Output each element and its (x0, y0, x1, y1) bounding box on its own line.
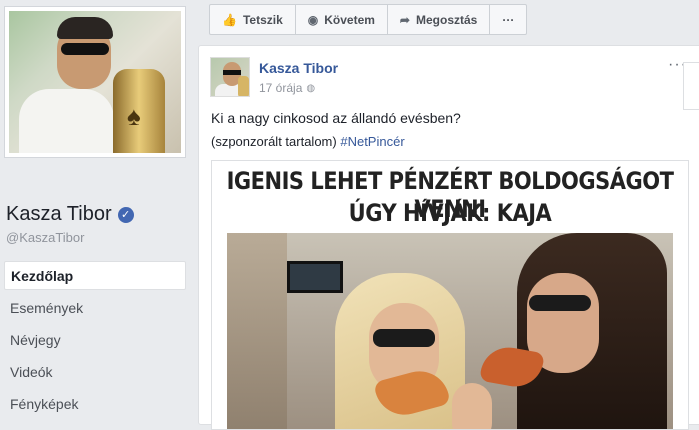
like-label: Tetszik (242, 12, 283, 27)
page-action-bar: 👍 Tetszik ◉ Követem ➦ Megosztás ··· (209, 4, 528, 35)
nav-item-events[interactable]: Események (4, 292, 186, 323)
share-button[interactable]: ➦ Megosztás (388, 5, 491, 34)
like-button[interactable]: 👍 Tetszik (210, 5, 296, 34)
post-sponsored-line: (szponzorált tartalom) #NetPincér (211, 134, 405, 149)
share-arrow-icon: ➦ (399, 12, 410, 27)
nav-item-photos[interactable]: Fényképek (4, 388, 186, 419)
page-name-text: Kasza Tibor (6, 203, 112, 225)
post-author-name[interactable]: Kasza Tibor (259, 60, 338, 76)
share-label: Megosztás (415, 12, 478, 27)
hashtag-link[interactable]: #NetPincér (340, 134, 404, 149)
post-text: Ki a nagy cinkosod az állandó evésben? (211, 110, 461, 126)
sponsored-label: (szponzorált tartalom) (211, 134, 337, 149)
post-image[interactable]: IGENIS LEHET PÉNZÉRT BOLDOGSÁGOT VENNI Ú… (211, 160, 689, 430)
post-timestamp[interactable]: 17 órája ◍ (259, 81, 315, 95)
post-author-avatar[interactable] (210, 57, 250, 97)
more-button[interactable]: ··· (490, 5, 526, 34)
page-handle[interactable]: @KaszaTibor (6, 230, 84, 245)
verified-badge-icon: ✓ (117, 206, 134, 223)
more-dots-icon: ··· (502, 12, 515, 27)
sponsored-globe-icon: ◍ (306, 82, 316, 94)
left-nav: Kezdőlap Események Névjegy Videók Fényké… (4, 261, 186, 420)
follow-button[interactable]: ◉ Követem (296, 5, 388, 34)
nav-item-videos[interactable]: Videók (4, 356, 186, 387)
rss-icon: ◉ (307, 12, 319, 27)
post-time-text: 17 órája (259, 81, 303, 95)
nav-item-home[interactable]: Kezdőlap (4, 261, 186, 290)
thumbs-up-icon: 👍 (222, 12, 237, 27)
nav-item-about[interactable]: Névjegy (4, 324, 186, 355)
image-title-line2: ÚGY HÍVJÁK: KAJA (348, 199, 552, 227)
post-card: Kasza Tibor 17 órája ◍ ··· Ki a nagy cin… (198, 45, 699, 430)
page-title: Kasza Tibor ✓ (6, 203, 134, 226)
follow-label: Követem (324, 12, 375, 27)
profile-picture[interactable]: ♠ (4, 6, 186, 158)
profile-photo: ♠ (9, 11, 181, 153)
right-panel-edge (683, 62, 699, 110)
image-photo (227, 233, 673, 429)
